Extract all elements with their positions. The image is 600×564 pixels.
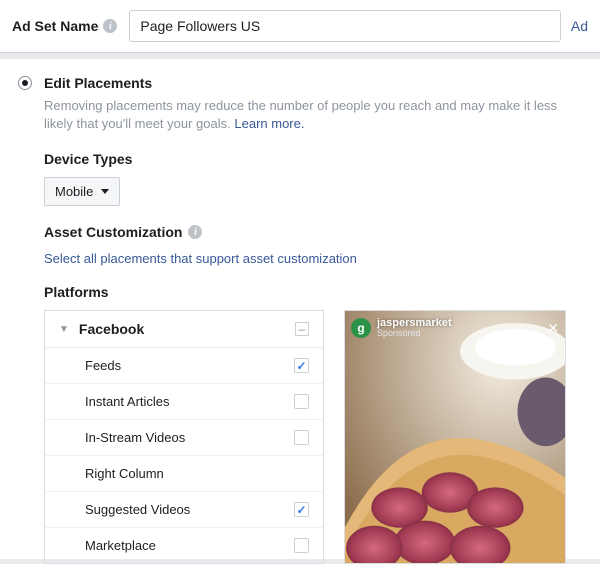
placement-instream-videos[interactable]: In-Stream Videos <box>45 420 323 456</box>
placement-label: Feeds <box>85 358 121 373</box>
learn-more-link[interactable]: Learn more. <box>234 116 304 131</box>
ad-set-name-row: Ad Set Name i Ad <box>0 0 600 53</box>
info-icon[interactable]: i <box>103 19 117 33</box>
chevron-down-icon: ▼ <box>59 324 69 335</box>
edit-placements-desc: Removing placements may reduce the numbe… <box>44 97 582 133</box>
placement-label: Marketplace <box>85 538 156 553</box>
device-types-block: Device Types Mobile <box>44 151 582 206</box>
device-types-dropdown[interactable]: Mobile <box>44 177 120 206</box>
preview-sponsored: Sponsored <box>377 329 452 339</box>
preview-header: g jaspersmarket Sponsored ✕ <box>351 317 559 339</box>
ad-set-name-label: Ad Set Name i <box>12 18 117 34</box>
platforms-block: Platforms <box>44 284 582 300</box>
placement-label: Right Column <box>85 466 164 481</box>
header-right-link[interactable]: Ad <box>571 18 588 34</box>
ad-set-name-input[interactable] <box>129 10 561 42</box>
platform-group-label: Facebook <box>79 321 295 337</box>
close-icon[interactable]: ✕ <box>547 320 559 337</box>
checkbox[interactable]: ✓ <box>294 358 309 373</box>
placement-feeds[interactable]: Feeds ✓ <box>45 348 323 384</box>
preview-title-block: jaspersmarket Sponsored <box>377 317 452 339</box>
asset-customization-link[interactable]: Select all placements that support asset… <box>44 251 357 266</box>
asset-customization-block: Asset Customization i Select all placeme… <box>44 224 582 266</box>
placement-marketplace[interactable]: Marketplace <box>45 528 323 563</box>
placement-right-column[interactable]: Right Column <box>45 456 323 492</box>
checkbox[interactable]: ✓ <box>294 502 309 517</box>
device-types-title: Device Types <box>44 151 582 167</box>
placement-label: In-Stream Videos <box>85 430 185 445</box>
platform-group-facebook[interactable]: ▼ Facebook – <box>45 311 323 348</box>
avatar: g <box>351 318 371 338</box>
checkbox[interactable] <box>294 430 309 445</box>
checkbox[interactable] <box>294 538 309 553</box>
preview-image <box>345 311 565 563</box>
asset-customization-title: Asset Customization i <box>44 224 582 240</box>
device-types-value: Mobile <box>55 184 93 199</box>
placement-label: Suggested Videos <box>85 502 190 517</box>
placement-instant-articles[interactable]: Instant Articles <box>45 384 323 420</box>
placement-suggested-videos[interactable]: Suggested Videos ✓ <box>45 492 323 528</box>
placements-panel: Edit Placements Removing placements may … <box>0 59 600 559</box>
platform-list: ▼ Facebook – Feeds ✓ Instant Articles In… <box>44 310 324 564</box>
info-icon[interactable]: i <box>188 225 202 239</box>
platforms-title: Platforms <box>44 284 582 300</box>
label-text: Ad Set Name <box>12 18 98 34</box>
platforms-content: ▼ Facebook – Feeds ✓ Instant Articles In… <box>44 310 582 564</box>
platform-group-checkbox[interactable]: – <box>295 322 309 336</box>
chevron-down-icon <box>101 189 109 194</box>
placement-label: Instant Articles <box>85 394 170 409</box>
ad-preview: g jaspersmarket Sponsored ✕ <box>344 310 566 564</box>
edit-placements-row: Edit Placements <box>18 75 582 91</box>
edit-placements-title: Edit Placements <box>44 75 152 91</box>
checkbox[interactable] <box>294 394 309 409</box>
edit-placements-radio[interactable] <box>18 76 32 90</box>
